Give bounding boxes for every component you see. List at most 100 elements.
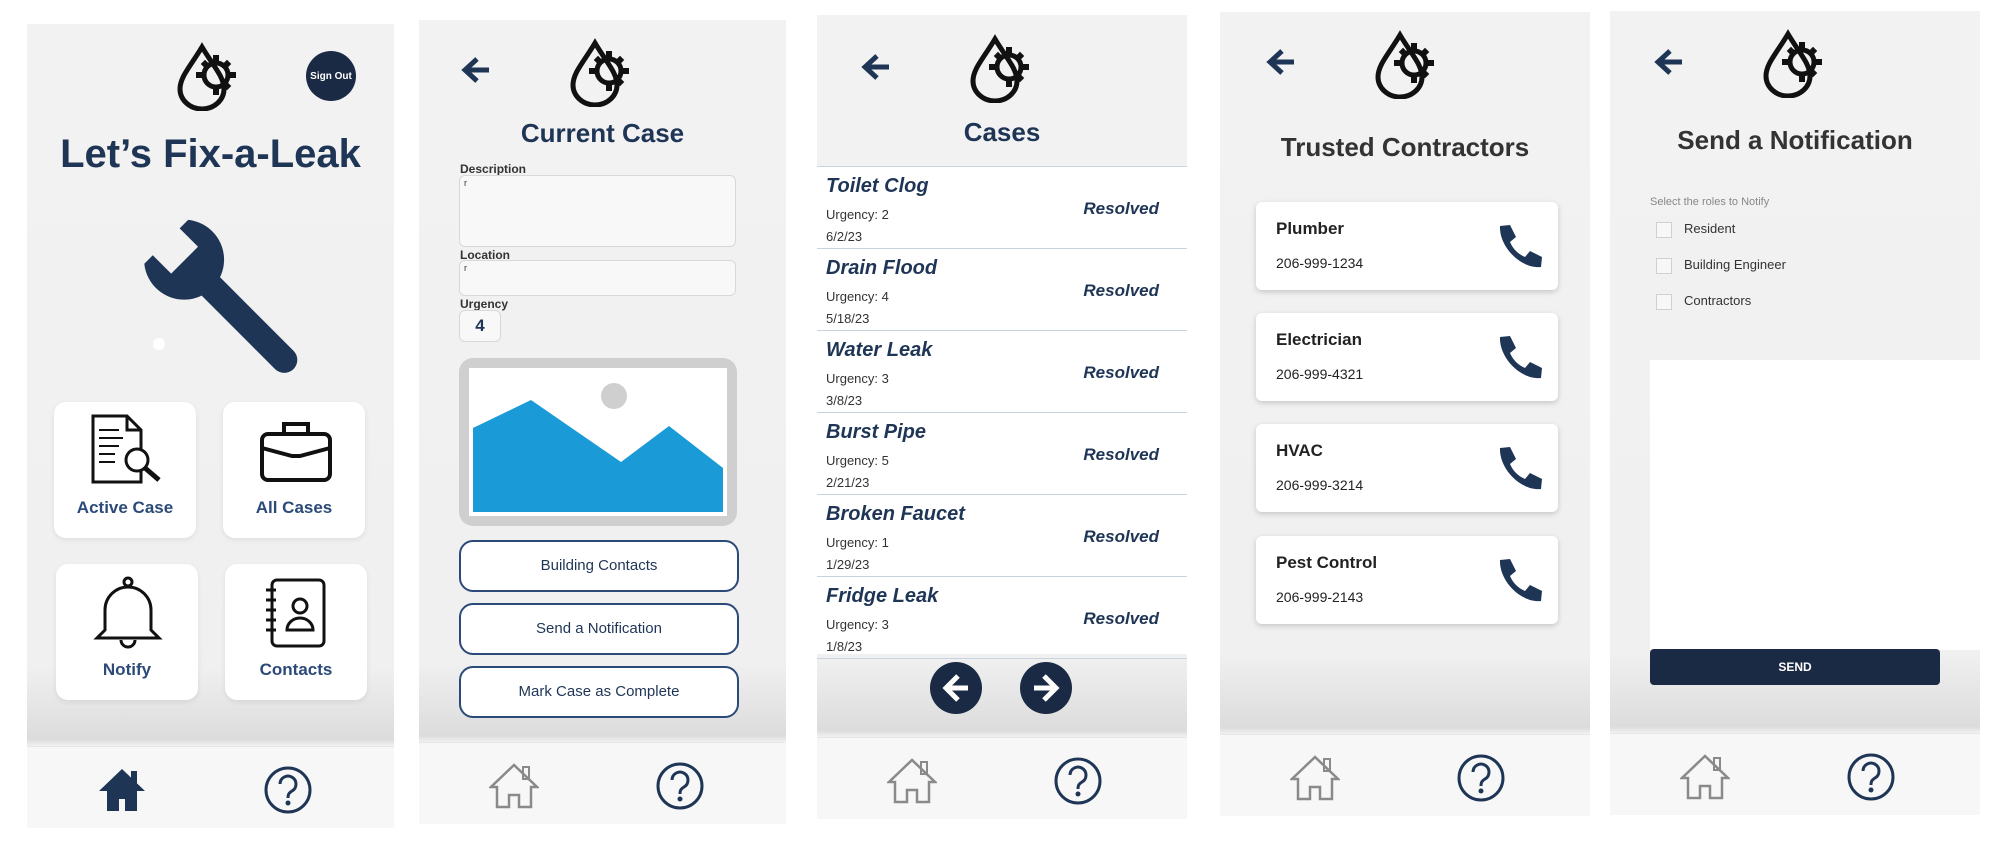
case-urgency: Urgency: 3 [826, 617, 889, 632]
home-icon[interactable] [1290, 753, 1340, 801]
drop-gear-logo-icon [570, 38, 629, 107]
notify-tile[interactable]: Notify [56, 564, 198, 700]
phone-icon[interactable] [1490, 333, 1542, 383]
page-title: Current Case [520, 118, 685, 148]
home-icon[interactable] [97, 765, 147, 813]
send-button[interactable]: SEND [1650, 649, 1940, 685]
case-row[interactable]: Broken Faucet Urgency: 1 1/29/23 Resolve… [817, 495, 1187, 577]
back-arrow-icon[interactable] [1654, 48, 1686, 76]
contractor-phone: 206-999-4321 [1276, 366, 1364, 382]
case-name: Drain Flood [826, 257, 938, 279]
role-label: Resident [1684, 221, 1736, 236]
case-status: Resolved [1083, 527, 1159, 546]
drop-gear-logo-icon [1763, 29, 1822, 98]
image-upload-placeholder[interactable] [459, 358, 737, 526]
previous-page-button[interactable] [930, 662, 982, 714]
wrench-icon [144, 219, 298, 373]
case-row[interactable]: Burst Pipe Urgency: 5 2/21/23 Resolved [817, 413, 1187, 495]
phone-icon[interactable] [1490, 556, 1542, 606]
case-date: 5/18/23 [826, 311, 870, 326]
bottom-nav [27, 746, 394, 828]
checkbox[interactable] [1656, 257, 1672, 274]
case-date: 6/2/23 [826, 229, 863, 244]
cases-screen: Cases Toilet Clog Urgency: 2 6/2/23 Reso… [817, 15, 1187, 819]
tile-label: All Cases [255, 498, 333, 517]
back-arrow-icon[interactable] [461, 56, 493, 84]
back-arrow-icon[interactable] [1266, 48, 1298, 76]
role-option-contractors[interactable]: Contractors [1656, 293, 1751, 313]
case-name: Water Leak [826, 339, 933, 361]
send-notification-screen: Send a Notification Select the roles to … [1610, 11, 1980, 815]
contacts-tile[interactable]: Contacts [225, 564, 367, 700]
case-row[interactable]: Drain Flood Urgency: 4 5/18/23 Resolved [817, 249, 1187, 331]
case-date: 3/8/23 [826, 393, 863, 408]
home-screen: Sign Out Let’s Fix-a-Leak Active Case Al [27, 24, 394, 828]
back-arrow-icon[interactable] [861, 53, 893, 81]
case-list: Toilet Clog Urgency: 2 6/2/23 Resolved D… [817, 166, 1187, 659]
help-icon[interactable] [1846, 752, 1896, 802]
home-icon[interactable] [1680, 752, 1730, 800]
urgency-field[interactable]: 4 [459, 310, 501, 342]
contractor-card[interactable]: Pest Control 206-999-2143 [1256, 536, 1558, 624]
home-icon[interactable] [887, 756, 937, 804]
message-textarea[interactable] [1650, 360, 1980, 650]
help-icon[interactable] [1053, 756, 1103, 806]
case-row[interactable]: Water Leak Urgency: 3 3/8/23 Resolved [817, 331, 1187, 413]
contractor-card[interactable]: Electrician 206-999-4321 [1256, 313, 1558, 401]
description-label: Description [460, 162, 527, 176]
case-name: Broken Faucet [826, 503, 965, 525]
briefcase-icon [260, 422, 332, 482]
case-status: Resolved [1083, 281, 1159, 300]
case-status: Resolved [1083, 363, 1159, 382]
page-title: Cases [963, 117, 1041, 147]
contractor-phone: 206-999-1234 [1276, 255, 1364, 271]
phone-icon[interactable] [1490, 444, 1542, 494]
case-row[interactable]: Fridge Leak Urgency: 3 1/8/23 Resolved [817, 577, 1187, 659]
case-name: Burst Pipe [826, 421, 927, 443]
role-option-resident[interactable]: Resident [1656, 221, 1735, 241]
app-title: Let’s Fix-a-Leak [60, 132, 361, 176]
help-icon[interactable] [655, 761, 705, 811]
bottom-nav [1220, 734, 1590, 816]
bottom-nav [419, 742, 786, 824]
checkbox[interactable] [1656, 221, 1672, 238]
case-urgency: Urgency: 4 [826, 289, 889, 304]
bell-icon [93, 576, 163, 649]
case-date: 2/21/23 [826, 475, 870, 490]
mark-complete-button[interactable]: Mark Case as Complete [459, 666, 739, 718]
contractors-screen: Trusted Contractors Plumber 206-999-1234… [1220, 12, 1590, 816]
case-status: Resolved [1083, 199, 1159, 218]
case-urgency: Urgency: 5 [826, 453, 889, 468]
location-field[interactable]: r [459, 260, 736, 296]
role-option-building-engineer[interactable]: Building Engineer [1656, 257, 1786, 277]
contacts-book-icon [266, 578, 326, 648]
contractor-name: Pest Control [1276, 553, 1378, 572]
contractor-card[interactable]: HVAC 206-999-3214 [1256, 424, 1558, 512]
contractor-name: Electrician [1276, 330, 1362, 349]
drop-gear-logo-icon [1375, 30, 1434, 99]
contractor-card[interactable]: Plumber 206-999-1234 [1256, 202, 1558, 290]
document-search-icon [91, 414, 161, 484]
contractor-name: HVAC [1276, 441, 1323, 460]
send-notification-button[interactable]: Send a Notification [459, 603, 739, 655]
checkbox[interactable] [1656, 293, 1672, 310]
tile-label: Notify [102, 660, 152, 679]
role-label: Building Engineer [1684, 257, 1786, 272]
case-row[interactable]: Toilet Clog Urgency: 2 6/2/23 Resolved [817, 167, 1187, 249]
active-case-tile[interactable]: Active Case [54, 402, 196, 538]
case-name: Fridge Leak [826, 585, 939, 607]
sign-out-button[interactable]: Sign Out [306, 51, 356, 101]
description-field[interactable]: r [459, 175, 736, 247]
roles-instruction: Select the roles to Notify [1650, 196, 1770, 208]
drop-gear-logo-icon [177, 42, 236, 111]
contractor-phone: 206-999-2143 [1276, 589, 1364, 605]
home-icon[interactable] [489, 761, 539, 809]
case-date: 1/8/23 [826, 639, 863, 654]
building-contacts-button[interactable]: Building Contacts [459, 540, 739, 592]
help-icon[interactable] [263, 765, 313, 815]
tile-label: Contacts [259, 660, 333, 679]
phone-icon[interactable] [1490, 222, 1542, 272]
all-cases-tile[interactable]: All Cases [223, 402, 365, 538]
help-icon[interactable] [1456, 753, 1506, 803]
next-page-button[interactable] [1020, 662, 1072, 714]
